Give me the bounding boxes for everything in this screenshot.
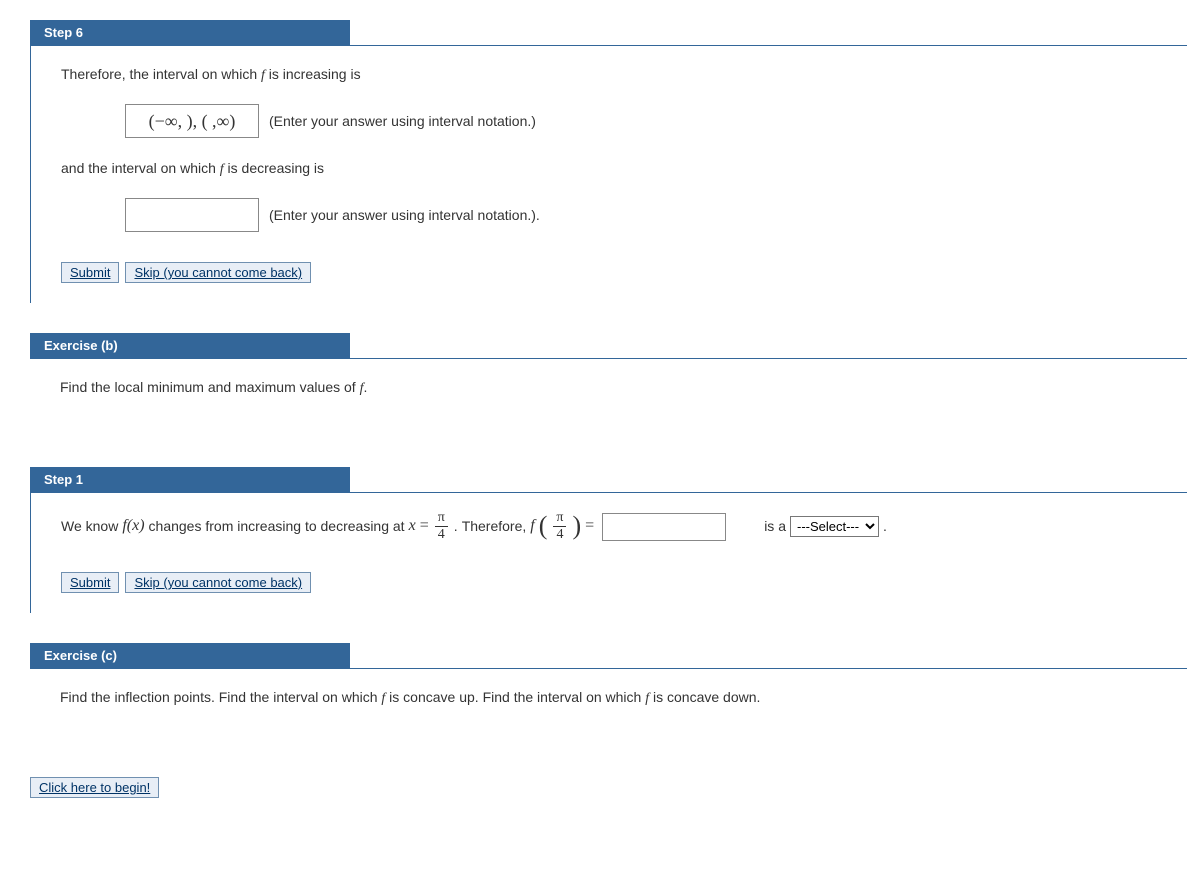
step-6-badge: Step 6 xyxy=(30,20,350,45)
s1-t3: Therefore, xyxy=(462,514,527,539)
step-1-badge: Step 1 xyxy=(30,467,350,492)
decreasing-interval-input[interactable] xyxy=(125,198,259,232)
exercise-b-badge: Exercise (b) xyxy=(30,333,350,358)
step-1-section: Step 1 We know f(x) changes from increas… xyxy=(0,467,1187,613)
step-6-header: Step 6 xyxy=(30,20,1187,46)
submit-button[interactable]: Submit xyxy=(61,262,119,283)
fraction-pi-4: π 4 xyxy=(435,511,448,542)
rparen-icon: ) xyxy=(572,513,581,539)
s1-fof: f xyxy=(530,512,534,541)
s1-t2: changes from increasing to decreasing at xyxy=(149,514,405,539)
extremum-type-select[interactable]: ---Select--- xyxy=(790,516,879,537)
step6-buttons: Submit Skip (you cannot come back) xyxy=(61,262,1167,283)
exercise-c-text: Find the inflection points. Find the int… xyxy=(60,687,1167,709)
frac-den: 4 xyxy=(435,527,448,542)
exercise-b-header: Exercise (b) xyxy=(30,333,1187,359)
frac-num2: π xyxy=(553,511,566,527)
hint1: (Enter your answer using interval notati… xyxy=(269,113,536,129)
frac-den2: 4 xyxy=(553,527,566,542)
s1-x: x xyxy=(409,512,416,541)
exercise-b-content: Find the local minimum and maximum value… xyxy=(30,359,1187,437)
step-1-header: Step 1 xyxy=(30,467,1187,493)
s1-t5: . xyxy=(883,514,887,539)
submit-button[interactable]: Submit xyxy=(61,572,119,593)
s1-t1: We know xyxy=(61,514,118,539)
step6-text1a: Therefore, the interval on which xyxy=(61,66,261,82)
step1-line: We know f(x) changes from increasing to … xyxy=(61,511,1167,542)
exc-b: is concave up. Find the interval on whic… xyxy=(385,689,645,705)
exc-a: Find the inflection points. Find the int… xyxy=(60,689,381,705)
exc-c: is concave down. xyxy=(649,689,760,705)
s1-t4: is a xyxy=(764,514,786,539)
step6-text1: Therefore, the interval on which f is in… xyxy=(61,64,1167,86)
lparen-icon: ( xyxy=(539,513,548,539)
hint2: (Enter your answer using interval notati… xyxy=(269,207,540,223)
frac-num: π xyxy=(435,511,448,527)
step1-buttons: Submit Skip (you cannot come back) xyxy=(61,572,1167,593)
step6-text2a: and the interval on which xyxy=(61,160,220,176)
step-6-section: Step 6 Therefore, the interval on which … xyxy=(0,20,1187,303)
increasing-interval-input[interactable]: (−∞, ), ( ,∞) xyxy=(125,104,259,138)
begin-button[interactable]: Click here to begin! xyxy=(30,777,159,798)
s1-period: . xyxy=(454,514,458,539)
s1-eq2: = xyxy=(585,512,594,541)
exercise-c-section: Exercise (c) Find the inflection points.… xyxy=(0,643,1187,747)
step-6-content: Therefore, the interval on which f is in… xyxy=(30,46,1187,303)
s1-fx: f(x) xyxy=(122,512,144,541)
f-value-input[interactable] xyxy=(602,513,726,541)
exb-a: Find the local minimum and maximum value… xyxy=(60,379,360,395)
exercise-b-section: Exercise (b) Find the local minimum and … xyxy=(0,333,1187,437)
fraction-pi-4-b: π 4 xyxy=(553,511,566,542)
s1-eq: = xyxy=(420,512,429,541)
step6-text2b: is decreasing is xyxy=(224,160,324,176)
skip-button[interactable]: Skip (you cannot come back) xyxy=(125,262,311,283)
step-1-content: We know f(x) changes from increasing to … xyxy=(30,493,1187,613)
exercise-b-text: Find the local minimum and maximum value… xyxy=(60,377,1167,399)
exercise-c-header: Exercise (c) xyxy=(30,643,1187,669)
step6-text1b: is increasing is xyxy=(265,66,361,82)
exercise-c-content: Find the inflection points. Find the int… xyxy=(30,669,1187,747)
exb-b: . xyxy=(363,379,367,395)
step6-answer1-row: (−∞, ), ( ,∞) (Enter your answer using i… xyxy=(121,104,1167,138)
skip-button[interactable]: Skip (you cannot come back) xyxy=(125,572,311,593)
exercise-c-badge: Exercise (c) xyxy=(30,643,350,668)
step6-answer2-row: (Enter your answer using interval notati… xyxy=(121,198,1167,232)
step6-text2: and the interval on which f is decreasin… xyxy=(61,158,1167,180)
